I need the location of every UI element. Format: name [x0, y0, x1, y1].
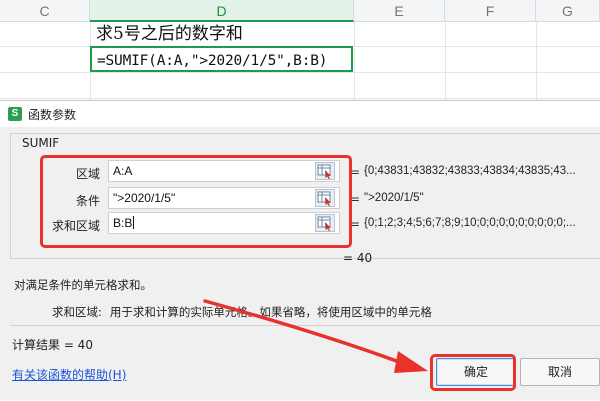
column-header-e[interactable]: E — [354, 0, 445, 22]
gridline — [445, 22, 446, 100]
gridline — [536, 22, 537, 100]
column-header-g[interactable]: G — [536, 0, 600, 22]
column-header-c[interactable]: C — [0, 0, 90, 22]
annotation-arrow — [203, 299, 428, 373]
cell-d1[interactable]: 求5号之后的数字和 — [96, 22, 243, 46]
gridline — [0, 98, 600, 99]
cell-d2-formula[interactable]: =SUMIF(A:A,">2020/1/5",B:B) — [90, 46, 353, 72]
gridline — [354, 22, 355, 100]
function-arguments-dialog: S 函数参数 SUMIF 区域 A:A = {0;43831;43832;438… — [0, 100, 600, 400]
column-header-d[interactable]: D — [90, 0, 354, 22]
spreadsheet-area: C D E F G 求5号之后的数字和 =SUMIF(A:A,">2020/1/… — [0, 0, 600, 100]
column-header-f[interactable]: F — [445, 0, 536, 22]
